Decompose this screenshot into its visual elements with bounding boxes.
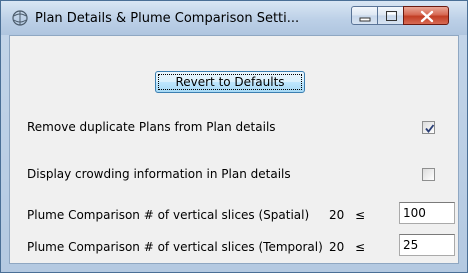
display-crowding-checkbox[interactable] [422, 168, 435, 181]
temporal-slices-input[interactable] [399, 234, 455, 256]
maximize-icon [386, 11, 397, 21]
minimize-icon [359, 17, 371, 22]
display-crowding-label: Display crowding information in Plan det… [27, 167, 291, 181]
revert-button-label: Revert to Defaults [175, 75, 285, 89]
temporal-leq-symbol: ≤ [355, 240, 366, 254]
close-button[interactable] [403, 6, 449, 25]
remove-duplicates-label: Remove duplicate Plans from Plan details [27, 120, 276, 134]
close-icon [420, 10, 434, 23]
spatial-min-value: 20 [329, 208, 345, 222]
spatial-slices-input[interactable] [399, 202, 455, 224]
title-bar[interactable]: Plan Details & Plume Comparison Setti... [1, 1, 467, 35]
spatial-slices-label: Plume Comparison # of vertical slices (S… [27, 208, 310, 222]
revert-to-defaults-button[interactable]: Revert to Defaults [155, 71, 305, 93]
settings-panel: Revert to Defaults Remove duplicate Plan… [9, 35, 459, 264]
temporal-slices-label: Plume Comparison # of vertical slices (T… [27, 240, 323, 254]
minimize-button[interactable] [351, 6, 378, 25]
globe-app-icon [11, 9, 29, 27]
remove-duplicates-checkbox[interactable] [422, 121, 435, 134]
temporal-min-value: 20 [329, 240, 345, 254]
window-title: Plan Details & Plume Comparison Setti... [35, 11, 300, 26]
maximize-button[interactable] [377, 6, 404, 25]
dialog-window: Plan Details & Plume Comparison Setti...… [0, 0, 468, 273]
checkmark-icon [425, 124, 435, 133]
spatial-leq-symbol: ≤ [355, 208, 366, 222]
